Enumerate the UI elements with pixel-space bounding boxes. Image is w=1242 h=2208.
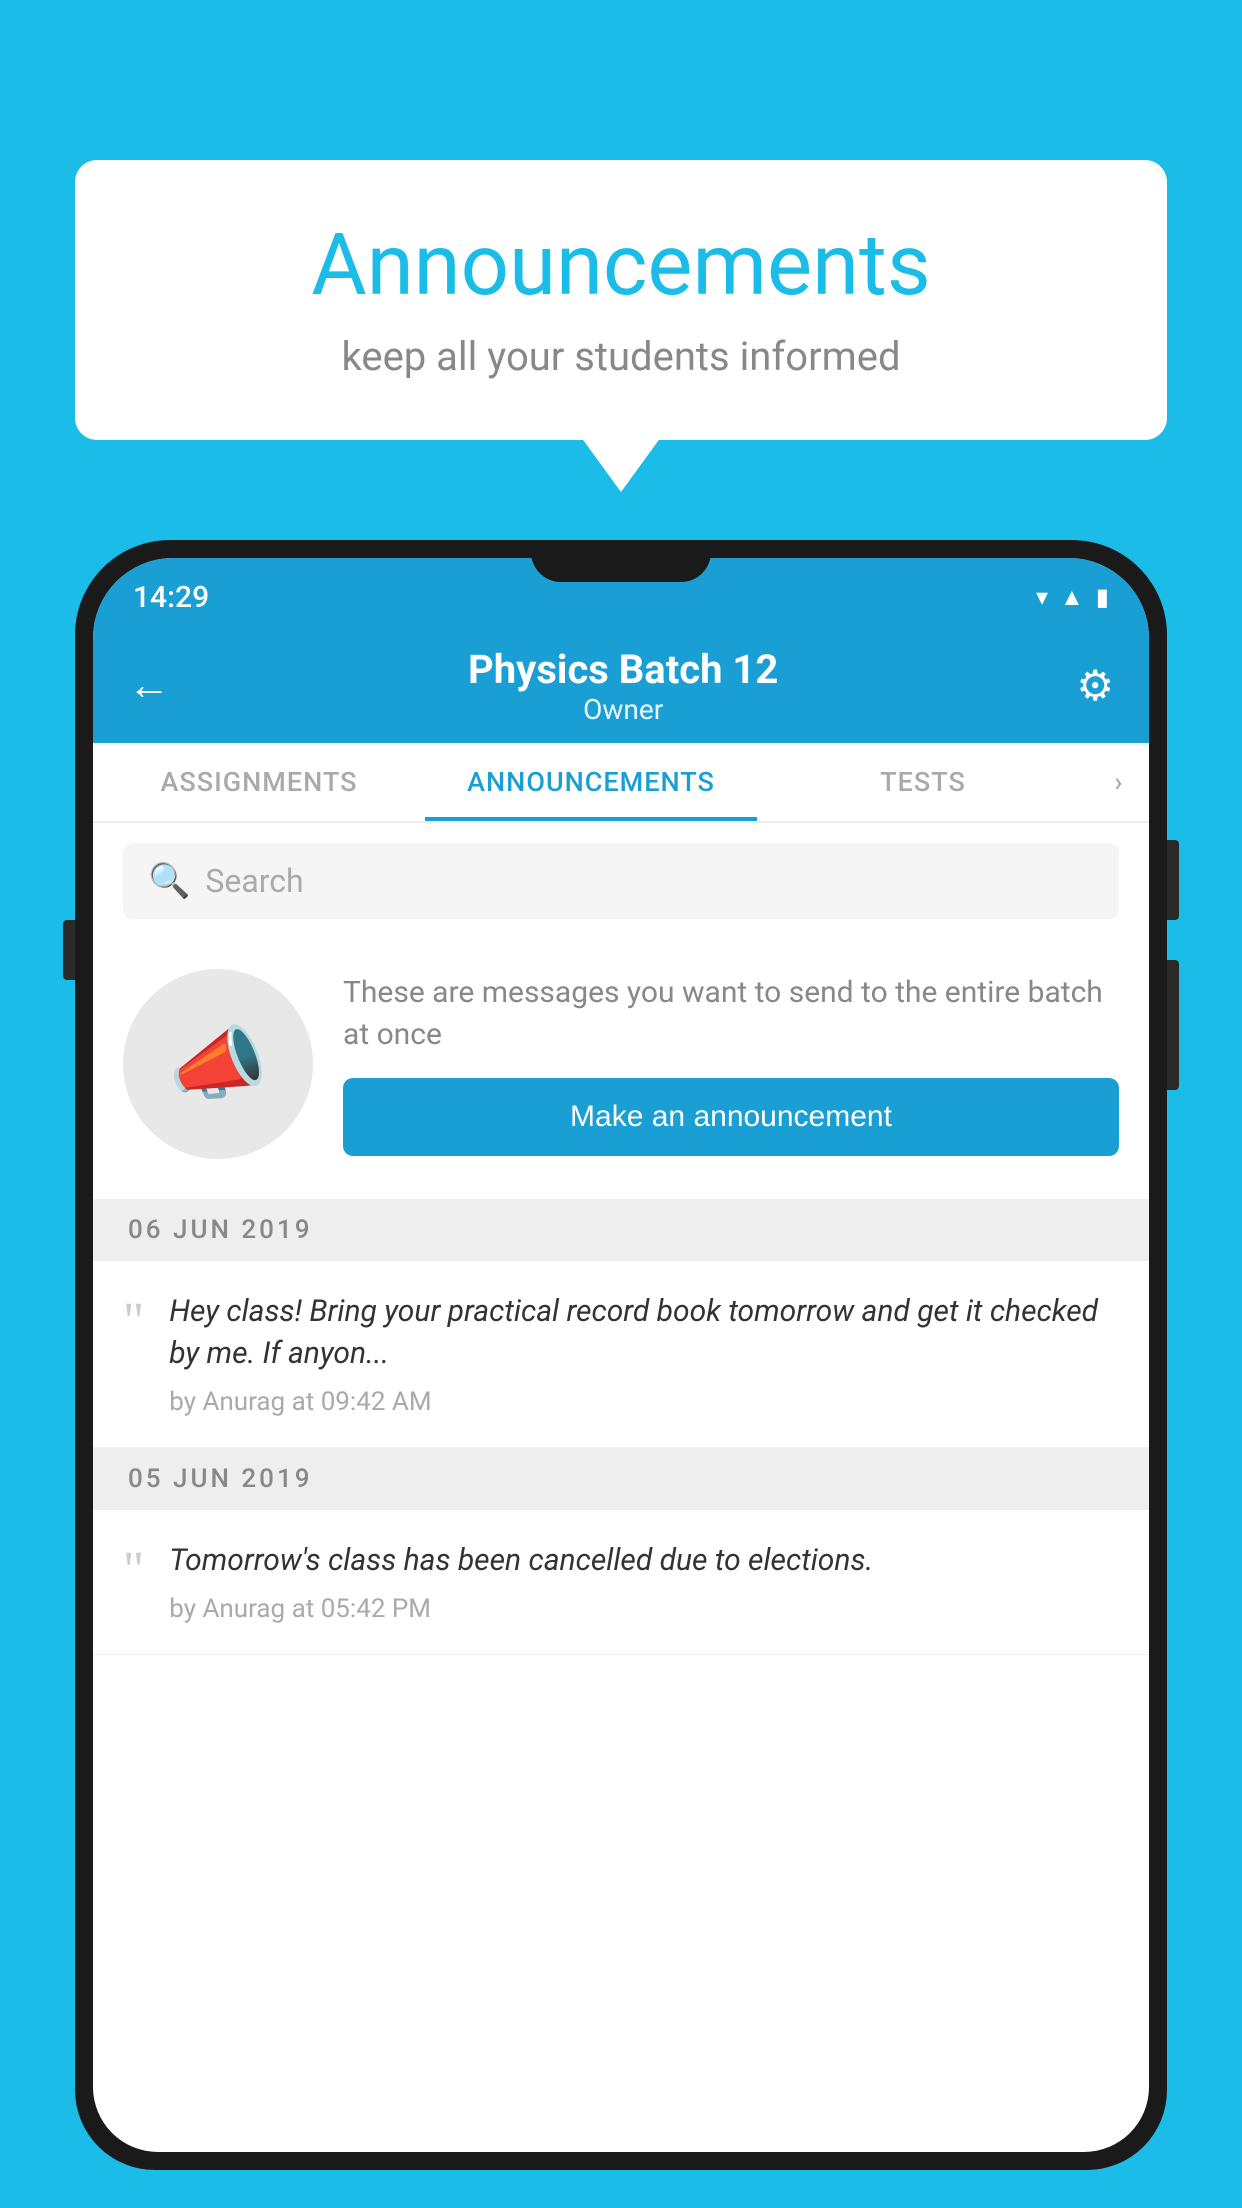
quote-icon-1: " — [123, 1296, 144, 1348]
tabs-bar: ASSIGNMENTS ANNOUNCEMENTS TESTS › — [93, 743, 1149, 823]
quote-icon-2: " — [123, 1545, 144, 1597]
tab-announcements[interactable]: ANNOUNCEMENTS — [425, 743, 757, 821]
date-divider-2: 05 JUN 2019 — [93, 1448, 1149, 1510]
status-time: 14:29 — [133, 580, 209, 615]
promo-right: These are messages you want to send to t… — [343, 972, 1119, 1156]
announcement-meta-1: by Anurag at 09:42 AM — [169, 1387, 1119, 1417]
announcement-text-2: Tomorrow's class has been cancelled due … — [169, 1540, 1119, 1582]
bubble-subtitle: keep all your students informed — [135, 333, 1107, 380]
settings-icon[interactable]: ⚙ — [1076, 661, 1114, 711]
make-announcement-button[interactable]: Make an announcement — [343, 1078, 1119, 1156]
date-label-2: 05 JUN 2019 — [128, 1464, 313, 1494]
battery-icon: ▮ — [1096, 583, 1109, 611]
status-icons: ▾ ▲ ▮ — [1036, 583, 1109, 612]
phone-screen: 14:29 ▾ ▲ ▮ ← Physics Batch 12 Owner ⚙ — [93, 558, 1149, 2152]
speech-bubble-container: Announcements keep all your students inf… — [75, 160, 1167, 440]
search-placeholder: Search — [205, 862, 303, 900]
search-bar[interactable]: 🔍 Search — [123, 843, 1119, 919]
phone-outer: 14:29 ▾ ▲ ▮ ← Physics Batch 12 Owner ⚙ — [75, 540, 1167, 2170]
promo-description: These are messages you want to send to t… — [343, 972, 1119, 1056]
tab-assignments[interactable]: ASSIGNMENTS — [93, 743, 425, 821]
wifi-icon: ▾ — [1036, 583, 1048, 611]
side-button-right-bottom — [1167, 960, 1179, 1090]
megaphone-icon: 📣 — [168, 1017, 268, 1111]
announcement-meta-2: by Anurag at 05:42 PM — [169, 1594, 1119, 1624]
speech-bubble: Announcements keep all your students inf… — [75, 160, 1167, 440]
announcement-content-1: Hey class! Bring your practical record b… — [169, 1291, 1119, 1417]
tab-more[interactable]: › — [1089, 743, 1149, 821]
date-label-1: 06 JUN 2019 — [128, 1215, 313, 1245]
search-icon: 🔍 — [148, 861, 190, 901]
announcement-content-2: Tomorrow's class has been cancelled due … — [169, 1540, 1119, 1624]
batch-subtitle: Owner — [468, 693, 778, 726]
bubble-title: Announcements — [135, 215, 1107, 315]
promo-icon-circle: 📣 — [123, 969, 313, 1159]
header-center: Physics Batch 12 Owner — [468, 646, 778, 726]
app-header: ← Physics Batch 12 Owner ⚙ — [93, 628, 1149, 743]
announcement-item-2[interactable]: " Tomorrow's class has been cancelled du… — [93, 1510, 1149, 1655]
batch-title: Physics Batch 12 — [468, 646, 778, 693]
back-button[interactable]: ← — [128, 661, 170, 710]
date-divider-1: 06 JUN 2019 — [93, 1199, 1149, 1261]
phone-container: 14:29 ▾ ▲ ▮ ← Physics Batch 12 Owner ⚙ — [75, 540, 1167, 2208]
signal-icon: ▲ — [1060, 583, 1084, 612]
side-button-left — [63, 920, 75, 980]
tab-tests[interactable]: TESTS — [757, 743, 1089, 821]
side-button-right-top — [1167, 840, 1179, 920]
announcement-text-1: Hey class! Bring your practical record b… — [169, 1291, 1119, 1375]
phone-notch — [531, 540, 711, 582]
search-container: 🔍 Search — [93, 823, 1149, 939]
promo-area: 📣 These are messages you want to send to… — [93, 939, 1149, 1199]
announcement-item-1[interactable]: " Hey class! Bring your practical record… — [93, 1261, 1149, 1448]
